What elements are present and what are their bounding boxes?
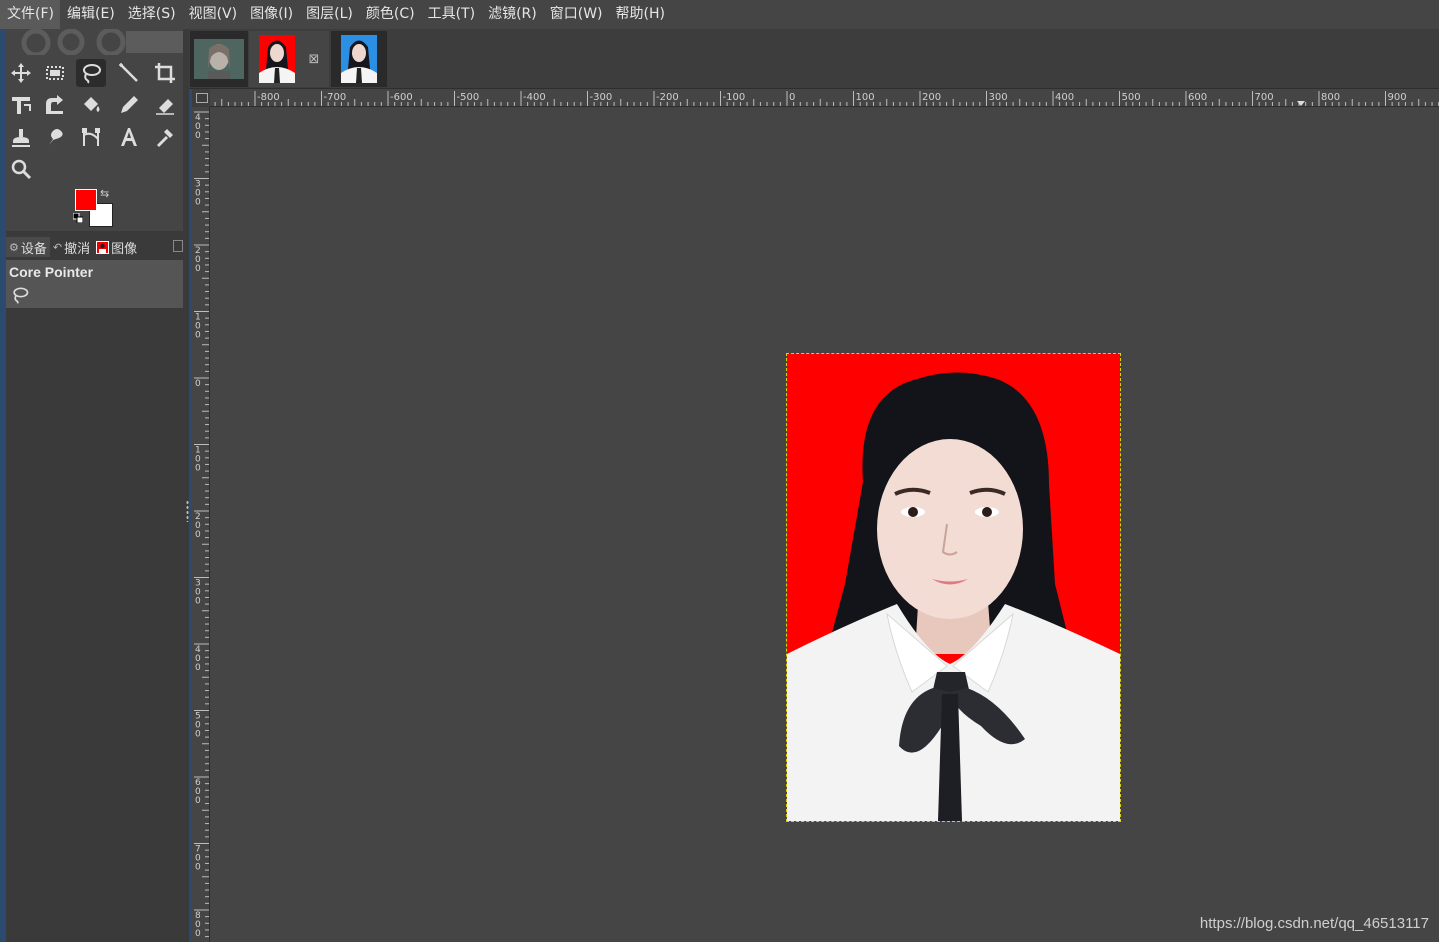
lasso-tool-icon[interactable] (76, 59, 106, 87)
wilber-logo-icon (21, 29, 183, 55)
tab-images[interactable]: 图像 (93, 237, 140, 257)
fg-bg-color-selector[interactable]: ⇆ (73, 187, 119, 229)
quick-mask-toggle[interactable] (192, 89, 210, 107)
ruler-label: 300 (989, 92, 1008, 103)
menu-image[interactable]: 图像(I) (243, 0, 299, 29)
eraser-tool-icon[interactable] (150, 91, 180, 119)
ruler-label: 0 (195, 331, 201, 341)
device-name: Core Pointer (9, 264, 94, 280)
image-canvas[interactable] (211, 108, 1439, 942)
text-tool-icon[interactable] (114, 123, 144, 151)
menu-layer[interactable]: 图层(L) (299, 0, 359, 29)
image-tabs-bar: ⊠ (189, 29, 1439, 89)
menu-select[interactable]: 选择(S) (121, 0, 182, 29)
ruler-label: 0 (195, 379, 201, 389)
move-tool-icon[interactable] (6, 59, 36, 87)
zoom-tool-icon[interactable] (6, 155, 36, 183)
ruler-label: 0 (195, 597, 201, 607)
menu-edit[interactable]: 编辑(E) (60, 0, 121, 29)
ruler-label: -400 (523, 92, 546, 103)
ruler-label: -200 (656, 92, 679, 103)
ruler-label: 0 (195, 730, 201, 740)
horizontal-ruler: -800 -700 -600 -500 -400 -300 -200 -100 0 100 200 3… (210, 89, 1439, 107)
ruler-label: -500 (457, 92, 480, 103)
menu-filters[interactable]: 滤镜(R) (481, 0, 543, 29)
portrait-photo-image (787, 354, 1120, 821)
menu-windows[interactable]: 窗口(W) (543, 0, 609, 29)
id-photo[interactable] (786, 353, 1121, 822)
menu-help[interactable]: 帮助(H) (609, 0, 671, 29)
menu-view[interactable]: 视图(V) (182, 0, 244, 29)
undo-icon: ↶ (52, 240, 63, 254)
ruler-label: 0 (789, 92, 795, 103)
ruler-label: 0 (195, 863, 201, 873)
ruler-label: 0 (195, 131, 201, 141)
ruler-label: 800 (1321, 92, 1340, 103)
dock-menu-button[interactable] (173, 240, 183, 252)
toolbox: ⇆ (6, 29, 183, 231)
ruler-label: 0 (195, 796, 201, 806)
ruler-label: -300 (590, 92, 613, 103)
ruler-label: 100 (856, 92, 875, 103)
ruler-label: 0 (195, 530, 201, 540)
portrait-thumbnail-red (258, 35, 295, 83)
transform-tool-icon[interactable] (6, 91, 36, 119)
ruler-label: 900 (1388, 92, 1407, 103)
ruler-label: -100 (723, 92, 746, 103)
paths-tool-icon[interactable] (76, 123, 106, 151)
fuzzy-select-tool-icon[interactable] (114, 59, 144, 87)
watermark-url: https://blog.csdn.net/qq_46513117 (1199, 915, 1429, 932)
ruler-label: 600 (1188, 92, 1207, 103)
ruler-label: 0 (195, 264, 201, 274)
bucket-fill-tool-icon[interactable] (76, 91, 106, 119)
reset-colors-icon[interactable] (73, 213, 83, 223)
menu-bar: 文件(F) 编辑(E) 选择(S) 视图(V) 图像(I) 图层(L) 颜色(C… (0, 0, 1439, 29)
tab-undo-label: 撤消 (64, 241, 91, 257)
image-icon (96, 240, 110, 254)
pointer-position-marker (1297, 101, 1305, 106)
tab-device-label: 设备 (20, 241, 47, 257)
pencil-tool-icon[interactable] (114, 91, 144, 119)
portrait-thumbnail-gray (194, 39, 244, 79)
smudge-tool-icon[interactable] (40, 123, 70, 151)
tab-undo-history[interactable]: ↶ 撤消 (50, 237, 93, 257)
clone-tool-icon[interactable] (6, 123, 36, 151)
ruler-label: -600 (390, 92, 413, 103)
ruler-label: -700 (324, 92, 347, 103)
close-tab-icon[interactable]: ⊠ (309, 52, 320, 67)
portrait-thumbnail-blue (341, 35, 377, 83)
ruler-label: 0 (195, 929, 201, 939)
ruler-label: 0 (195, 663, 201, 673)
foreground-color-swatch[interactable] (75, 189, 97, 211)
dock-tabs: ⚙ 设备 ↶ 撤消 图像 (6, 237, 183, 257)
left-dock: ⇆ ⚙ 设备 ↶ 撤消 图像 Core Pointer (0, 29, 189, 942)
thumb-portrait-gray[interactable] (190, 31, 248, 87)
menu-colors[interactable]: 颜色(C) (359, 0, 421, 29)
menu-file[interactable]: 文件(F) (0, 0, 60, 29)
vertical-ruler: 4003002001000100200300400500600700800 (192, 107, 210, 942)
device-icon: ⚙ (9, 240, 19, 254)
tab-images-label: 图像 (111, 241, 138, 257)
menu-tools[interactable]: 工具(T) (421, 0, 481, 29)
swap-colors-icon[interactable]: ⇆ (100, 187, 109, 200)
device-status-panel: Core Pointer (6, 260, 183, 308)
ruler-label: 0 (195, 464, 201, 474)
thumb-portrait-blue[interactable] (331, 31, 387, 87)
ruler-label: 200 (922, 92, 941, 103)
warp-tool-icon[interactable] (40, 91, 70, 119)
crop-tool-icon[interactable] (150, 59, 180, 87)
ruler-label: 400 (1055, 92, 1074, 103)
ruler-label: 500 (1122, 92, 1141, 103)
color-picker-tool-icon[interactable] (150, 123, 180, 151)
lasso-tool-icon (13, 287, 29, 304)
tab-device-status[interactable]: ⚙ 设备 (6, 237, 50, 257)
thumb-portrait-red[interactable]: ⊠ (249, 31, 329, 87)
rect-select-tool-icon[interactable] (40, 59, 70, 87)
ruler-label: -800 (257, 92, 280, 103)
ruler-label: 700 (1255, 92, 1274, 103)
ruler-label: 0 (195, 198, 201, 208)
